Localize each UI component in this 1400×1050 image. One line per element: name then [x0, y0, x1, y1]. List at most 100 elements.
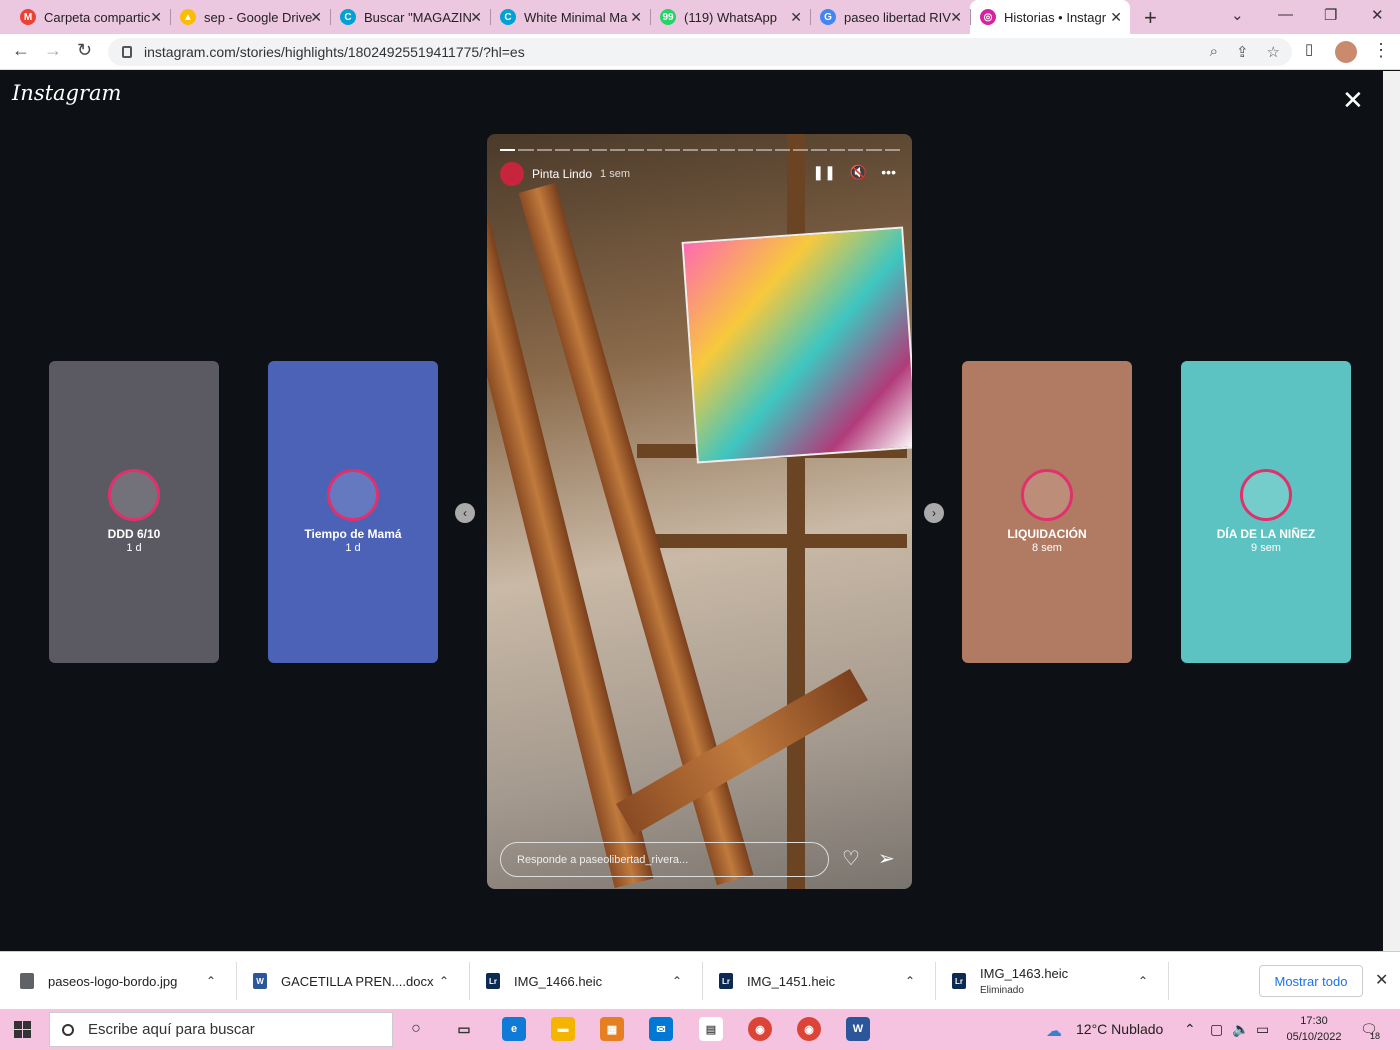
close-tab-icon[interactable]: ✕ [310, 9, 322, 26]
tab-title: Historias • Instagr [1004, 9, 1107, 25]
meet-now-icon[interactable]: ▢ [1210, 1021, 1223, 1038]
chrome-icon[interactable]: ◉ [748, 1017, 772, 1041]
heart-icon[interactable]: ♡ [842, 846, 860, 871]
download-item[interactable]: paseos-logo-bordo.jpg ⌃ [20, 952, 225, 1010]
browser-tab[interactable]: C White Minimal Ma ✕ [490, 0, 650, 34]
next-story-arrow-icon[interactable]: › [924, 503, 944, 523]
download-filename: IMG_1463.heic [980, 966, 1069, 981]
progress-segment [847, 149, 864, 151]
clock-date: 05/10/2022 [1286, 1031, 1342, 1043]
mail-icon[interactable]: ✉ [649, 1017, 673, 1041]
edge-icon[interactable]: e [502, 1017, 526, 1041]
page-scrollbar[interactable] [1383, 71, 1400, 951]
close-tab-icon[interactable]: ✕ [1110, 9, 1122, 26]
chevron-up-icon[interactable]: ⌃ [905, 974, 915, 988]
browser-tab[interactable]: 99 (119) WhatsApp ✕ [650, 0, 810, 34]
chrome-profile-icon[interactable]: ◉ [797, 1017, 821, 1041]
story-progress-bar [500, 149, 900, 151]
close-window-button[interactable]: ✕ [1371, 6, 1384, 24]
download-item[interactable]: Lr IMG_1466.heic ⌃ [486, 952, 691, 1010]
menu-kebab-icon[interactable]: ⋮ [1372, 40, 1390, 61]
download-item[interactable]: W GACETILLA PREN....docx ⌃ [253, 952, 458, 1010]
download-filename: IMG_1451.heic [747, 973, 836, 989]
weather-text[interactable]: 12°C Nublado [1076, 1021, 1163, 1037]
profile-avatar[interactable] [1335, 41, 1357, 63]
task-view-icon[interactable]: ▭ [452, 1017, 476, 1041]
chevron-up-icon[interactable]: ⌃ [672, 974, 682, 988]
close-tab-icon[interactable]: ✕ [630, 9, 642, 26]
taskbar-search-box[interactable]: Escribe aquí para buscar [49, 1012, 393, 1047]
previous-story-arrow-icon[interactable]: ‹ [455, 503, 475, 523]
highlight-name: Tiempo de Mamá [304, 527, 402, 541]
url-bar[interactable]: instagram.com/stories/highlights/1802492… [108, 38, 1292, 66]
browser-tab[interactable]: Gpaseo libertad RIV ✕ [810, 0, 970, 34]
highlight-story[interactable]: DDD 6/10 1 d [49, 361, 219, 663]
close-downloads-icon[interactable]: ✕ [1375, 970, 1388, 990]
chevron-up-icon[interactable]: ⌃ [439, 974, 449, 988]
bookmark-star-icon[interactable]: ☆ [1267, 43, 1280, 61]
close-icon[interactable]: ✕ [1342, 85, 1364, 116]
tab-search-icon[interactable]: ⌄ [1231, 6, 1244, 24]
highlight-story[interactable]: LIQUIDACIÓN 8 sem [962, 361, 1132, 663]
browser-tab[interactable]: ◎ Historias • Instagr ✕ [970, 0, 1130, 34]
browser-tab[interactable]: C Buscar "MAGAZIN ✕ [330, 0, 490, 34]
author-avatar[interactable] [500, 162, 524, 186]
word-icon[interactable]: W [846, 1017, 870, 1041]
whatsapp-icon: 99 [660, 9, 676, 25]
progress-segment [738, 149, 754, 151]
browser-tab[interactable]: M Carpeta compartic ✕ [10, 0, 170, 34]
highlight-story[interactable]: Tiempo de Mamá 1 d [268, 361, 438, 663]
forward-button[interactable]: → [44, 40, 62, 61]
weather-cloud-icon[interactable]: ☁ [1046, 1021, 1062, 1041]
system-clock[interactable]: 17:30 05/10/2022 [1284, 1013, 1344, 1045]
network-icon[interactable]: ▭ [1256, 1021, 1269, 1038]
download-item[interactable]: Lr IMG_1451.heic ⌃ [719, 952, 924, 1010]
highlight-story[interactable]: DÍA DE LA NIÑEZ 9 sem [1181, 361, 1351, 663]
more-options-icon[interactable]: ••• [881, 164, 896, 181]
mute-icon[interactable]: 🔇 [850, 164, 867, 181]
chevron-up-icon[interactable]: ⌃ [206, 974, 216, 988]
file-explorer-icon[interactable]: ▬ [551, 1017, 575, 1041]
reply-input[interactable]: Responde a paseolibertad_rivera... [500, 842, 829, 877]
pause-icon[interactable]: ❚❚ [812, 164, 835, 181]
share-icon[interactable]: ⇪ [1236, 43, 1249, 61]
zoom-icon[interactable]: ⌕ [1210, 43, 1218, 61]
progress-segment [829, 149, 845, 151]
story-author[interactable]: Pinta Lindo [532, 167, 592, 181]
instagram-logo[interactable]: Instagram [12, 81, 121, 105]
maximize-button[interactable]: ❐ [1324, 6, 1337, 24]
clock-time: 17:30 [1300, 1015, 1328, 1027]
progress-segment [683, 149, 699, 151]
browser-tab[interactable]: ▲ sep - Google Drive ✕ [170, 0, 330, 34]
tab-separator [970, 9, 971, 25]
volume-muted-icon[interactable]: 🔈 [1232, 1021, 1249, 1038]
new-tab-button[interactable]: + [1144, 5, 1157, 31]
progress-segment [793, 149, 809, 151]
reload-button[interactable]: ↻ [77, 40, 92, 61]
back-button[interactable]: ← [12, 40, 30, 61]
document-icon[interactable]: ▤ [699, 1017, 723, 1041]
cortana-icon[interactable]: ○ [404, 1017, 428, 1041]
active-story[interactable]: Pinta Lindo 1 sem ❚❚ 🔇 ••• Responde a pa… [487, 134, 912, 889]
download-item[interactable]: Lr IMG_1463.heic Eliminado ⌃ [952, 952, 1157, 1010]
show-all-downloads-button[interactable]: Mostrar todo [1259, 965, 1363, 997]
download-separator [935, 962, 936, 1000]
close-tab-icon[interactable]: ✕ [790, 9, 802, 26]
search-icon [62, 1023, 74, 1036]
lightroom-icon: Lr [952, 973, 966, 989]
close-tab-icon[interactable]: ✕ [150, 9, 162, 26]
send-icon[interactable]: ➢ [878, 846, 895, 871]
story-header: Pinta Lindo 1 sem [500, 162, 630, 186]
close-tab-icon[interactable]: ✕ [950, 9, 962, 26]
windows-start-icon[interactable] [14, 1021, 31, 1038]
progress-segment [756, 149, 772, 151]
minimize-button[interactable]: — [1278, 6, 1293, 23]
tray-overflow-icon[interactable]: ⌃ [1184, 1021, 1196, 1038]
highlight-cover-avatar [1240, 469, 1292, 521]
highlight-name: DÍA DE LA NIÑEZ [1216, 527, 1316, 541]
chevron-up-icon[interactable]: ⌃ [1138, 974, 1148, 988]
side-panel-icon[interactable]: ▯ [1305, 40, 1313, 58]
microsoft-store-icon[interactable]: ▦ [600, 1017, 624, 1041]
highlight-time: 9 sem [1251, 542, 1281, 554]
close-tab-icon[interactable]: ✕ [470, 9, 482, 26]
